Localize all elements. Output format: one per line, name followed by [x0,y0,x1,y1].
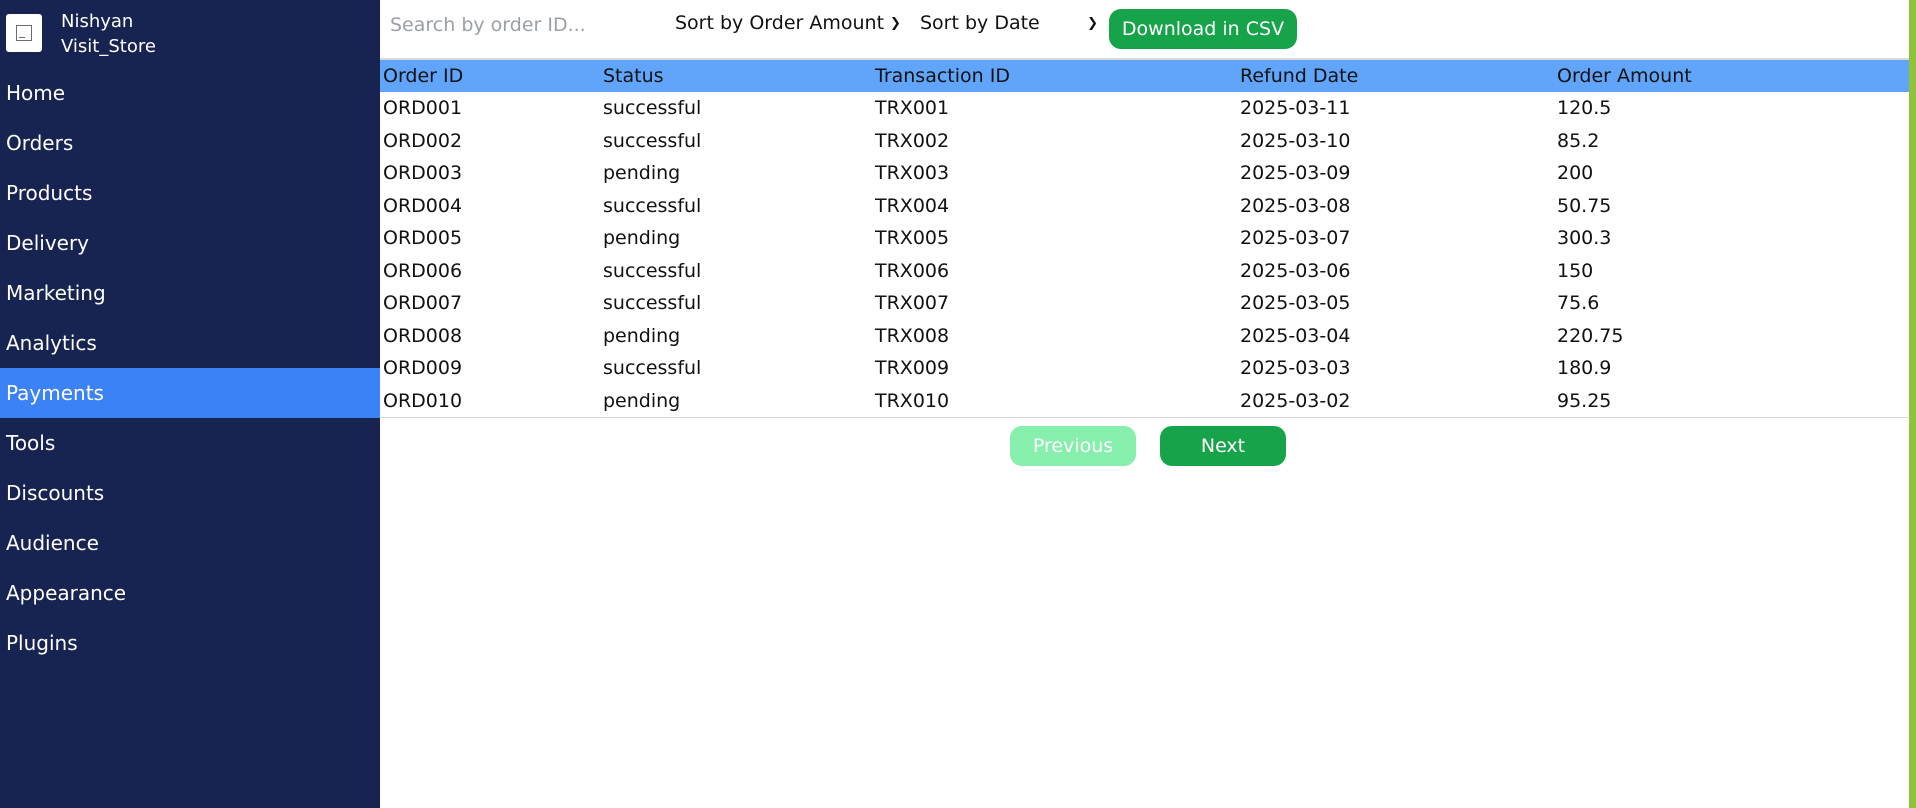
table-row: ORD006 successful TRX006 2025-03-06 150 [380,255,1909,288]
table-cell: ORD008 [383,324,463,347]
table-cell: pending [603,389,681,412]
table-cell: 2025-03-02 [1240,389,1351,412]
table-cell: pending [603,162,681,184]
sidebar-item-appearance[interactable]: Appearance [0,568,380,618]
column-header-order-id[interactable]: Order ID [383,60,463,92]
sort-by-amount-label: Sort by Order Amount [675,12,885,34]
table-row: ORD004 successful TRX004 2025-03-08 50.75 [380,190,1909,223]
store-logo [6,14,42,52]
table-cell: successful [603,97,702,119]
table-cell: TRX010 [875,389,950,412]
column-header-order-amount[interactable]: Order Amount [1557,60,1692,92]
table-cell: 95.25 [1557,389,1612,412]
sidebar-item-analytics[interactable]: Analytics [0,318,380,368]
table-cell: 2025-03-09 [1240,162,1351,184]
table-cell: 2025-03-08 [1240,194,1351,217]
table-cell: TRX004 [875,194,950,217]
payments-table: Order ID Status Transaction ID Refund Da… [380,58,1909,418]
search-input[interactable] [388,8,662,42]
table-row: ORD005 pending TRX005 2025-03-07 300.3 [380,222,1909,255]
table-cell: ORD005 [383,227,463,249]
table-cell: ORD010 [383,389,463,412]
table-cell: 220.75 [1557,324,1624,347]
store-name: Nishyan [61,11,134,32]
table-cell: TRX006 [875,259,950,282]
sidebar-item-audience[interactable]: Audience [0,518,380,568]
table-cell: 75.6 [1557,292,1600,314]
table-row: ORD003 pending TRX003 2025-03-09 200 [380,157,1909,190]
table-cell: TRX009 [875,357,950,379]
table-cell: ORD002 [383,129,463,152]
sidebar-item-orders[interactable]: Orders [0,118,380,168]
table-cell: pending [603,324,681,347]
table-cell: successful [603,259,702,282]
table-cell: 150 [1557,259,1594,282]
table-cell: successful [603,357,702,379]
table-cell: ORD007 [383,292,463,314]
previous-button[interactable]: Previous [1010,426,1136,466]
sidebar-item-delivery[interactable]: Delivery [0,218,380,268]
sidebar: Nishyan Visit_Store Home Orders Products… [0,0,380,808]
column-header-transaction-id[interactable]: Transaction ID [875,60,1010,92]
visit-store-link[interactable]: Visit_Store [61,36,156,57]
sidebar-item-products[interactable]: Products [0,168,380,218]
table-row: ORD002 successful TRX002 2025-03-10 85.2 [380,125,1909,158]
table-cell: TRX003 [875,162,950,184]
table-cell: 2025-03-07 [1240,227,1351,249]
table-body: ORD001 successful TRX001 2025-03-11 120.5 ORD… [380,92,1909,417]
table-cell: 85.2 [1557,129,1600,152]
table-cell: successful [603,292,702,314]
table-cell: TRX002 [875,129,950,152]
table-cell: 200 [1557,162,1594,184]
table-cell: ORD006 [383,259,463,282]
sidebar-item-payments[interactable]: Payments [0,368,380,418]
table-cell: 50.75 [1557,194,1612,217]
sidebar-item-discounts[interactable]: Discounts [0,468,380,518]
sort-by-date-label: Sort by Date [920,12,1040,34]
table-cell: pending [603,227,681,249]
column-header-refund-date[interactable]: Refund Date [1240,60,1358,92]
table-cell: 2025-03-11 [1240,97,1351,119]
sort-by-date-select[interactable]: Sort by Date ❯ [920,12,1098,38]
table-cell: 120.5 [1557,97,1612,119]
chevron-down-icon: ❯ [890,16,901,31]
table-row: ORD001 successful TRX001 2025-03-11 120.5 [380,92,1909,125]
sidebar-item-marketing[interactable]: Marketing [0,268,380,318]
sidebar-item-home[interactable]: Home [0,68,380,118]
table-cell: ORD004 [383,194,463,217]
table-cell: ORD003 [383,162,463,184]
table-row: ORD007 successful TRX007 2025-03-05 75.6 [380,287,1909,320]
table-cell: 2025-03-10 [1240,129,1351,152]
table-header-row: Order ID Status Transaction ID Refund Da… [380,60,1909,92]
sidebar-nav: Home Orders Products Delivery Marketing … [0,68,380,668]
table-cell: TRX001 [875,97,950,119]
table-cell: 2025-03-04 [1240,324,1351,347]
table-cell: TRX008 [875,324,950,347]
table-row: ORD008 pending TRX008 2025-03-04 220.75 [380,320,1909,353]
table-cell: ORD001 [383,97,463,119]
column-header-status[interactable]: Status [603,60,664,92]
table-cell: TRX005 [875,227,950,249]
chevron-down-icon: ❯ [1087,16,1098,31]
table-cell: successful [603,194,702,217]
table-row: ORD009 successful TRX009 2025-03-03 180.9 [380,352,1909,385]
table-cell: successful [603,129,702,152]
table-cell: 300.3 [1557,227,1612,249]
store-header: Nishyan Visit_Store [6,10,376,60]
table-cell: ORD009 [383,357,463,379]
toolbar: Sort by Order Amount ❯ Sort by Date ❯ Down… [380,0,1909,58]
table-row: ORD010 pending TRX010 2025-03-02 95.25 [380,385,1909,418]
image-placeholder-icon [16,25,32,41]
table-cell: TRX007 [875,292,950,314]
sidebar-item-plugins[interactable]: Plugins [0,618,380,668]
table-cell: 2025-03-03 [1240,357,1351,379]
table-cell: 2025-03-06 [1240,259,1351,282]
table-cell: 2025-03-05 [1240,292,1351,314]
sort-by-amount-select[interactable]: Sort by Order Amount ❯ [675,12,901,38]
download-csv-button[interactable]: Download in CSV [1109,9,1297,49]
next-button[interactable]: Next [1160,426,1286,466]
table-cell: 180.9 [1557,357,1612,379]
window-edge [1909,0,1916,808]
sidebar-item-tools[interactable]: Tools [0,418,380,468]
